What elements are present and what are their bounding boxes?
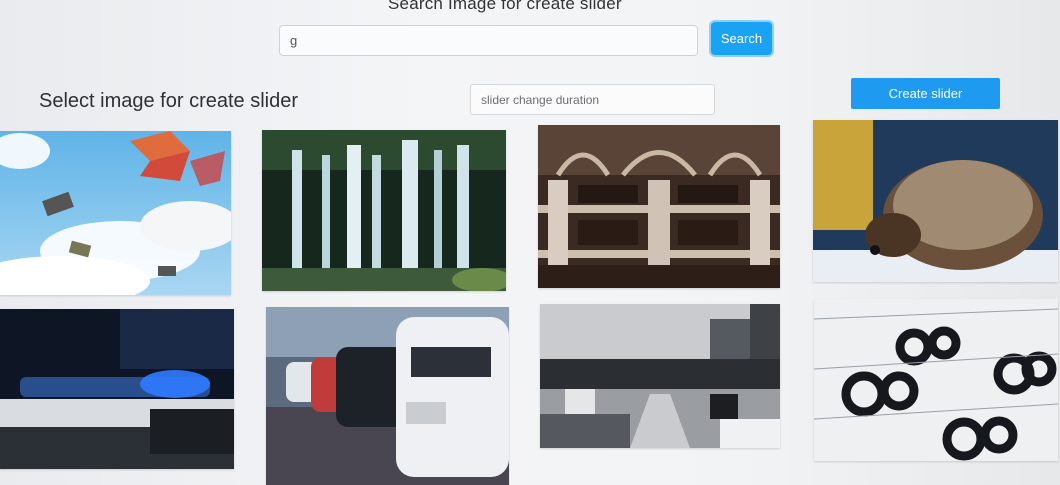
image-tile-hedgehog[interactable] — [813, 120, 1058, 282]
search-button[interactable]: Search — [711, 22, 772, 55]
police-car-image — [0, 309, 234, 469]
sky-image — [0, 131, 231, 295]
parked-cars-image — [266, 307, 509, 485]
library-image — [538, 125, 780, 288]
image-tile-police-car[interactable] — [0, 309, 234, 469]
image-tile-parked-cars[interactable] — [266, 307, 509, 485]
slider-duration-input[interactable] — [470, 84, 715, 115]
slider-heading: Select image for create slider — [39, 90, 299, 112]
waterfall-image — [262, 130, 506, 291]
image-tile-typography[interactable] — [814, 299, 1058, 461]
image-tile-library[interactable] — [538, 125, 780, 288]
image-tile-protest[interactable] — [540, 304, 780, 448]
typography-image — [814, 299, 1058, 461]
image-tile-waterfall[interactable] — [262, 130, 506, 291]
search-input[interactable] — [279, 25, 698, 56]
protest-image — [540, 304, 780, 448]
hedgehog-image — [813, 120, 1058, 282]
image-tile-sky[interactable] — [0, 131, 231, 295]
create-slider-button[interactable]: Create slider — [851, 78, 1000, 109]
page-title: Search Image for create slider — [388, 0, 622, 13]
